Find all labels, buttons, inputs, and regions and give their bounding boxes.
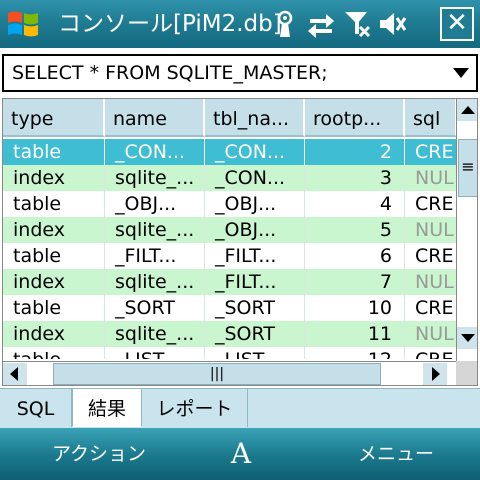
cell-type: table xyxy=(3,295,105,321)
antenna-signal-icon[interactable] xyxy=(270,9,300,39)
cell-sql: CRE xyxy=(405,243,457,269)
cell-sql: NUL xyxy=(405,165,457,191)
close-icon: ✕ xyxy=(446,8,468,38)
sql-query-combobox[interactable]: SELECT * FROM SQLITE_MASTER; xyxy=(2,54,478,92)
column-header-name[interactable]: name xyxy=(105,99,205,137)
cell-name: sqlite_... xyxy=(105,217,205,243)
cell-name: _CON... xyxy=(105,139,205,165)
cell-rootpage: 3 xyxy=(305,165,405,191)
scroll-down-button[interactable] xyxy=(457,327,477,349)
cell-sql: CRE xyxy=(405,139,457,165)
vertical-scroll-thumb[interactable]: ≡ xyxy=(458,139,477,197)
cell-tbl-name: _OBJ... xyxy=(205,191,305,217)
scroll-left-button[interactable] xyxy=(3,363,27,385)
softkey-action[interactable]: アクション xyxy=(52,428,146,480)
column-header-sql[interactable]: sql xyxy=(405,99,457,137)
cell-type: index xyxy=(3,217,105,243)
column-header-rootpage[interactable]: rootp... xyxy=(305,99,405,137)
data-sync-arrows-icon[interactable] xyxy=(306,9,336,39)
table-row[interactable]: table _FILT... _FILT... 6 CRE xyxy=(3,243,457,269)
title-bar: コンソール[PiM2.db] ✕ xyxy=(0,0,480,48)
cell-name: _SORT xyxy=(105,295,205,321)
input-method-indicator[interactable]: A xyxy=(226,436,256,472)
cell-sql: NUL xyxy=(405,269,457,295)
triangle-down-icon xyxy=(461,334,475,342)
cell-name: sqlite_... xyxy=(105,269,205,295)
cell-sql: CRE xyxy=(405,191,457,217)
table-row[interactable]: index sqlite_... _OBJ... 5 NUL xyxy=(3,217,457,243)
cell-tbl-name: _CON... xyxy=(205,165,305,191)
tab-bar: SQL 結果 レポート xyxy=(0,388,480,429)
speaker-muted-icon[interactable] xyxy=(378,9,408,39)
app-title: コンソール[PiM2.db] xyxy=(58,11,282,37)
table-row[interactable]: table _OBJ... _OBJ... 4 CRE xyxy=(3,191,457,217)
cell-rootpage: 5 xyxy=(305,217,405,243)
column-header-type[interactable]: type xyxy=(3,99,105,137)
cell-type: index xyxy=(3,321,105,347)
cell-name: _LIST xyxy=(105,347,205,359)
table-row[interactable]: table _SORT _SORT 10 CRE xyxy=(3,295,457,321)
cell-tbl-name: _FILT... xyxy=(205,269,305,295)
horizontal-scroll-thumb[interactable]: ||| xyxy=(53,363,381,385)
chevron-down-icon[interactable] xyxy=(452,66,470,80)
cell-rootpage: 4 xyxy=(305,191,405,217)
cell-rootpage: 6 xyxy=(305,243,405,269)
cell-name: sqlite_... xyxy=(105,165,205,191)
scrollbar-corner xyxy=(456,361,477,385)
softkey-bar: アクション A メニュー xyxy=(0,428,480,480)
cell-tbl-name: _SORT xyxy=(205,295,305,321)
triangle-left-icon xyxy=(10,367,18,381)
result-grid[interactable]: type name tbl_na... rootp... sql table _C… xyxy=(2,98,478,386)
cell-sql: NUL xyxy=(405,217,457,243)
grip-icon: ||| xyxy=(209,366,225,382)
tab-2[interactable]: レポート xyxy=(142,389,248,427)
cell-tbl-name: _FILT... xyxy=(205,243,305,269)
cell-tbl-name: _OBJ... xyxy=(205,217,305,243)
horizontal-scrollbar[interactable]: ||| xyxy=(3,361,456,385)
column-header-tbl-name[interactable]: tbl_na... xyxy=(205,99,305,137)
close-button[interactable]: ✕ xyxy=(440,7,474,41)
no-signal-icon[interactable] xyxy=(342,9,372,39)
cell-tbl-name: _SORT xyxy=(205,321,305,347)
cell-type: table xyxy=(3,243,105,269)
scroll-right-button[interactable] xyxy=(423,363,447,385)
table-row[interactable]: index sqlite_... _CON... 3 NUL xyxy=(3,165,457,191)
cell-type: index xyxy=(3,269,105,295)
cell-name: _OBJ... xyxy=(105,191,205,217)
triangle-right-icon xyxy=(432,367,440,381)
cell-sql: CRE xyxy=(405,295,457,321)
triangle-up-icon xyxy=(461,106,475,114)
cell-rootpage: 11 xyxy=(305,321,405,347)
grid-rows: table _CON... _CON... 2 CRE index sqlite_... _C… xyxy=(3,139,457,359)
scroll-up-button[interactable] xyxy=(457,99,477,121)
cell-tbl-name: _CON... xyxy=(205,139,305,165)
cell-name: _FILT... xyxy=(105,243,205,269)
cell-tbl-name: _LIST xyxy=(205,347,305,359)
cell-name: sqlite_... xyxy=(105,321,205,347)
cell-type: table xyxy=(3,347,105,359)
vertical-scrollbar[interactable]: ≡ xyxy=(456,99,477,361)
table-row[interactable]: table_LIST_LIST12CRE xyxy=(3,347,457,359)
grip-icon: ≡ xyxy=(461,157,475,176)
tab-1[interactable]: 結果 xyxy=(72,389,142,427)
cell-rootpage: 2 xyxy=(305,139,405,165)
windows-logo-icon[interactable] xyxy=(6,8,40,40)
cell-rootpage: 12 xyxy=(305,347,405,359)
tab-0[interactable]: SQL xyxy=(0,389,72,427)
cell-sql: NUL xyxy=(405,321,457,347)
softkey-menu[interactable]: メニュー xyxy=(358,428,434,480)
table-row[interactable]: index sqlite_... _SORT 11 NUL xyxy=(3,321,457,347)
table-row[interactable]: table _CON... _CON... 2 CRE xyxy=(3,139,457,165)
cell-sql: CRE xyxy=(405,347,457,359)
cell-rootpage: 10 xyxy=(305,295,405,321)
cell-type: table xyxy=(3,139,105,165)
table-row[interactable]: index sqlite_... _FILT... 7 NUL xyxy=(3,269,457,295)
sql-query-input[interactable]: SELECT * FROM SQLITE_MASTER; xyxy=(12,60,328,86)
cell-type: table xyxy=(3,191,105,217)
grid-header: type name tbl_na... rootp... sql xyxy=(3,99,457,139)
cell-type: index xyxy=(3,165,105,191)
cell-rootpage: 7 xyxy=(305,269,405,295)
